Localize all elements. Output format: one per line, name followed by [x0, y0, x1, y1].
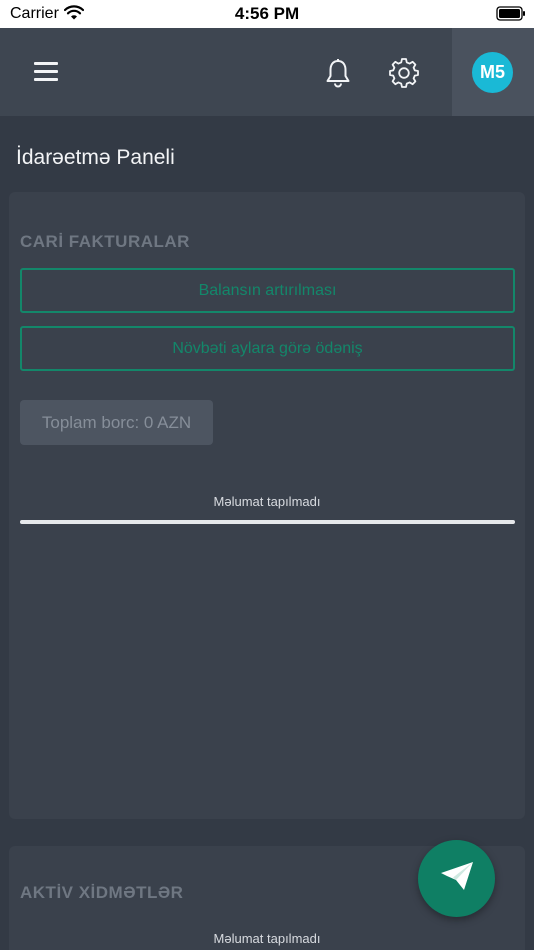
send-message-button[interactable]	[418, 840, 495, 917]
paper-plane-icon	[439, 860, 475, 897]
top-up-balance-button[interactable]: Balansın artırılması	[20, 268, 515, 313]
gear-icon[interactable]	[389, 58, 419, 93]
invoices-empty-message: Məlumat tapılmadı	[213, 494, 321, 509]
current-invoices-card: CARİ FAKTURALAR Balansın artırılması Növ…	[9, 192, 525, 819]
clock: 4:56 PM	[234, 4, 300, 23]
avatar: M5	[472, 52, 513, 93]
active-services-heading: AKTİV XİDMƏTLƏR	[20, 883, 184, 902]
app-header: M5	[0, 28, 534, 116]
total-debt-badge: Toplam borc: 0 AZN	[20, 400, 213, 445]
status-bar: Carrier 4:56 PM	[0, 0, 534, 28]
hamburger-menu-icon[interactable]	[34, 62, 60, 84]
page-title: İdarəetmə Paneli	[16, 146, 175, 169]
battery-icon	[496, 6, 526, 26]
bell-icon[interactable]	[323, 58, 353, 93]
invoices-divider	[20, 520, 515, 524]
profile-button[interactable]: M5	[452, 28, 534, 116]
services-empty-message: Məlumat tapılmadı	[213, 931, 321, 946]
advance-payment-button[interactable]: Növbəti aylara görə ödəniş	[20, 326, 515, 371]
current-invoices-heading: CARİ FAKTURALAR	[20, 232, 190, 251]
